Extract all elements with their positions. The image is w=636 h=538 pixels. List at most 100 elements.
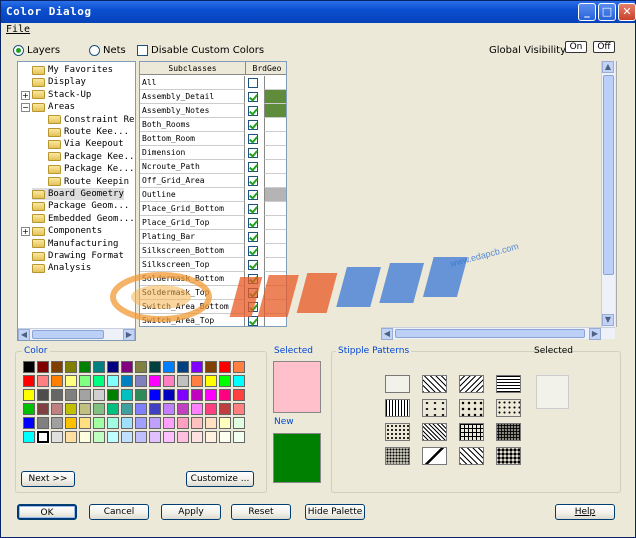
tree-item[interactable]: Stack-Up xyxy=(32,89,91,101)
grid-horizontal-scrollbar[interactable]: ◀ ▶ xyxy=(381,327,615,340)
color-cell[interactable] xyxy=(264,104,286,118)
expand-icon[interactable]: + xyxy=(21,227,30,237)
color-cell[interactable] xyxy=(264,202,286,216)
visibility-checkbox[interactable] xyxy=(248,176,258,186)
color-swatch[interactable] xyxy=(121,389,133,401)
tree-item[interactable]: Via Keepout xyxy=(48,138,124,150)
color-swatch[interactable] xyxy=(191,431,203,443)
color-cell[interactable] xyxy=(264,174,286,188)
table-row[interactable]: Silkscreen_Bottom xyxy=(140,244,286,258)
stipple-pattern[interactable] xyxy=(385,423,410,441)
color-swatch[interactable] xyxy=(93,375,105,387)
table-row[interactable]: Off_Grid_Area xyxy=(140,174,286,188)
color-cell[interactable] xyxy=(264,118,286,132)
color-swatch[interactable] xyxy=(205,403,217,415)
customize-button[interactable]: Customize ... xyxy=(186,471,254,487)
visibility-checkbox[interactable] xyxy=(248,218,258,228)
scroll-down-arrow-icon[interactable]: ▼ xyxy=(602,314,614,326)
title-bar[interactable]: Color Dialog _ □ ✕ xyxy=(1,1,636,23)
color-swatch[interactable] xyxy=(135,403,147,415)
stipple-pattern[interactable] xyxy=(422,399,447,417)
visibility-on-button[interactable]: On xyxy=(565,41,587,53)
class-tree[interactable]: My Favorites Display Stack-Up + Areas − Constr… xyxy=(17,61,136,341)
scroll-up-arrow-icon[interactable]: ▲ xyxy=(602,61,614,73)
color-swatch[interactable] xyxy=(23,389,35,401)
tree-item[interactable]: Route Keepin xyxy=(48,176,129,188)
table-row[interactable]: Assembly_Notes xyxy=(140,104,286,118)
visibility-checkbox[interactable] xyxy=(248,148,258,158)
table-row[interactable]: Dimension xyxy=(140,146,286,160)
visibility-checkbox[interactable] xyxy=(248,78,258,88)
color-cell[interactable] xyxy=(264,76,286,90)
color-swatch[interactable] xyxy=(163,403,175,415)
color-swatch[interactable] xyxy=(37,403,49,415)
color-swatch[interactable] xyxy=(107,389,119,401)
stipple-pattern[interactable] xyxy=(459,375,484,393)
disable-custom-colors-checkbox[interactable] xyxy=(137,44,148,56)
color-swatch[interactable] xyxy=(205,375,217,387)
color-cell[interactable] xyxy=(264,272,286,286)
color-swatch[interactable] xyxy=(36,430,50,444)
color-swatch[interactable] xyxy=(121,417,133,429)
expand-icon[interactable]: + xyxy=(21,90,30,100)
stipple-pattern[interactable] xyxy=(496,447,521,465)
table-row[interactable]: Switch_Area_Bottom xyxy=(140,300,286,314)
table-row[interactable]: All xyxy=(140,76,286,90)
color-cell[interactable] xyxy=(264,216,286,230)
help-button[interactable]: Help xyxy=(555,504,615,520)
layers-radio-option[interactable]: Layers xyxy=(13,42,60,58)
color-swatch[interactable] xyxy=(233,403,245,415)
color-swatch[interactable] xyxy=(51,403,63,415)
color-cell[interactable] xyxy=(264,244,286,258)
visibility-checkbox[interactable] xyxy=(248,106,258,116)
color-cell[interactable] xyxy=(264,300,286,314)
column-header-subclasses[interactable]: Subclasses xyxy=(140,62,246,75)
color-swatch[interactable] xyxy=(93,389,105,401)
color-swatch[interactable] xyxy=(149,361,161,373)
visibility-checkbox[interactable] xyxy=(248,302,258,312)
table-row[interactable]: Place_Grid_Top xyxy=(140,216,286,230)
color-swatch[interactable] xyxy=(163,417,175,429)
color-cell[interactable] xyxy=(264,160,286,174)
color-swatch[interactable] xyxy=(37,361,49,373)
color-swatch[interactable] xyxy=(121,403,133,415)
visibility-checkbox[interactable] xyxy=(248,190,258,200)
tree-scroll-thumb[interactable] xyxy=(32,330,104,339)
color-swatch[interactable] xyxy=(191,361,203,373)
color-swatch[interactable] xyxy=(79,375,91,387)
stipple-pattern[interactable] xyxy=(385,447,410,465)
visibility-checkbox[interactable] xyxy=(248,246,258,256)
nets-radio-option[interactable]: Nets xyxy=(89,42,126,58)
grid-vscroll-thumb[interactable] xyxy=(603,75,614,275)
color-swatch[interactable] xyxy=(219,361,231,373)
color-swatch[interactable] xyxy=(219,389,231,401)
color-swatch[interactable] xyxy=(23,403,35,415)
color-swatch[interactable] xyxy=(65,417,77,429)
stipple-pattern[interactable] xyxy=(459,399,484,417)
collapse-icon[interactable]: − xyxy=(21,103,30,113)
color-swatch[interactable] xyxy=(23,417,35,429)
stipple-pattern[interactable] xyxy=(496,375,521,393)
tree-item[interactable]: Manufacturing xyxy=(32,238,118,250)
color-swatch[interactable] xyxy=(149,417,161,429)
visibility-checkbox[interactable] xyxy=(248,92,258,102)
grid-hscroll-thumb[interactable] xyxy=(395,329,585,338)
color-swatch[interactable] xyxy=(177,403,189,415)
color-swatch[interactable] xyxy=(177,417,189,429)
color-swatch[interactable] xyxy=(219,375,231,387)
tree-item[interactable]: Package Geom... xyxy=(32,200,129,212)
color-swatch[interactable] xyxy=(51,431,63,443)
color-swatch[interactable] xyxy=(233,375,245,387)
color-cell[interactable] xyxy=(264,188,286,202)
visibility-checkbox[interactable] xyxy=(248,120,258,130)
grid-vertical-scrollbar[interactable]: ▲ ▼ xyxy=(601,61,615,327)
table-row[interactable]: Soldermask_Bottom xyxy=(140,272,286,286)
reset-button[interactable]: Reset xyxy=(231,504,291,520)
minimize-button[interactable]: _ xyxy=(578,3,596,21)
color-swatch[interactable] xyxy=(51,375,63,387)
visibility-checkbox[interactable] xyxy=(248,204,258,214)
tree-item[interactable]: Embedded Geom... xyxy=(32,213,135,225)
color-swatch[interactable] xyxy=(37,389,49,401)
color-swatch[interactable] xyxy=(51,417,63,429)
disable-custom-colors-option[interactable]: Disable Custom Colors xyxy=(137,42,264,58)
